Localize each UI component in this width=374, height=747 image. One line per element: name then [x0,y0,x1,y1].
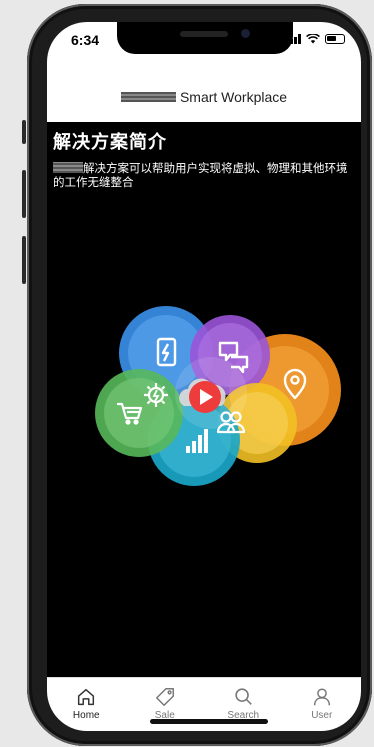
mute-switch [22,120,26,144]
tab-home-label: Home [72,710,100,721]
tab-home[interactable]: Home [47,678,126,731]
camera [241,29,250,38]
speaker [180,31,228,37]
status-icons [286,34,345,44]
wifi-icon [306,34,320,44]
tag-icon [155,688,174,706]
phone-screen: 6:34 Smart Workplace 解决方案简介 解决方案可以帮助用户实现… [47,22,361,731]
main-content: 解决方案简介 解决方案可以帮助用户实现将虚拟、物理和其他环境的工作无缝整合 [47,122,361,677]
volume-up-button [22,170,26,218]
user-icon [313,688,330,706]
home-icon [78,688,95,706]
app-header: Smart Workplace [47,72,361,122]
redacted-brand [120,92,176,102]
home-indicator[interactable] [150,719,268,724]
tab-user-label: User [311,710,333,721]
page-title: 解决方案简介 [53,132,167,152]
volume-down-button [22,236,26,284]
search-icon [235,688,253,705]
status-time: 6:34 [71,32,100,48]
tab-user[interactable]: User [283,678,362,731]
solution-description: 解决方案可以帮助用户实现将虚拟、物理和其他环境的工作无缝整合 [53,162,348,189]
notch [117,22,293,54]
solution-graphic [95,306,341,486]
redacted-brand-inline [53,162,83,173]
battery-icon [325,34,345,44]
header-title: Smart Workplace [179,89,288,105]
